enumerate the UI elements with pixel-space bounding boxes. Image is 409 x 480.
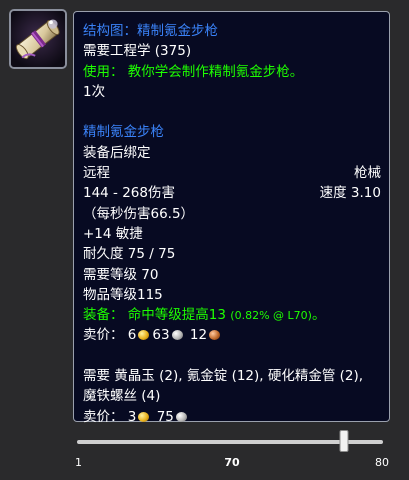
slider-min-label: 1 (75, 456, 82, 469)
schematic-title: 结构图：精制氪金步枪 (83, 23, 218, 39)
equip-effect-end: 。 (311, 307, 326, 324)
required-skill: 需要工程学 (375) (83, 43, 192, 60)
schematic-sell-price: 卖价： 3 75 (83, 407, 381, 427)
product-sell-price: 卖价： 6 63 12 (83, 325, 381, 345)
gold-coin-icon (138, 411, 150, 422)
slider-value-label: 70 (224, 456, 240, 469)
item-slot: 远程 (83, 165, 110, 182)
gold-amount: 6 (127, 327, 137, 344)
silver-coin-icon (171, 330, 183, 341)
weapon-damage: 144 - 268伤害 (83, 185, 175, 202)
gold-coin-icon (138, 330, 150, 341)
sell-label: 卖价： (83, 327, 124, 344)
sell-label: 卖价： (83, 408, 124, 425)
use-effect: 使用： 教你学会制作精制氪金步枪。 (83, 63, 304, 80)
stat-agility: +14 敏捷 (83, 225, 143, 242)
silver-amount: 75 (156, 408, 174, 425)
reagents-line-2: 魔铁螺丝 (4) (83, 388, 161, 405)
silver-coin-icon (175, 411, 187, 422)
item-icon[interactable] (9, 9, 67, 69)
weapon-type: 枪械 (354, 165, 381, 182)
product-name: 精制氪金步枪 (83, 124, 164, 141)
damage-row: 144 - 268伤害 速度 3.10 (83, 183, 381, 203)
weapon-speed: 速度 3.10 (319, 185, 381, 202)
reagents-line-1: 需要 黄晶玉 (2), 氪金锭 (12), 硬化精金管 (2), (83, 368, 364, 385)
durability: 耐久度 75 / 75 (83, 246, 176, 263)
level-slider-thumb[interactable] (339, 430, 349, 452)
required-level: 需要等级 70 (83, 266, 159, 283)
item-tooltip: 结构图：精制氪金步枪 需要工程学 (375) 使用： 教你学会制作精制氪金步枪。… (73, 11, 390, 425)
scroll-schematic-icon (11, 11, 65, 67)
gold-amount: 3 (127, 408, 137, 425)
copper-coin-icon (209, 330, 221, 341)
silver-amount: 63 (152, 327, 170, 344)
weapon-dps: （每秒伤害66.5） (83, 205, 195, 222)
slot-row: 远程 枪械 (83, 163, 381, 183)
equip-effect-text: 装备： 命中等级提高13 (83, 307, 226, 324)
item-level: 物品等级115 (83, 286, 163, 303)
equip-effect: 装备： 命中等级提高13 (0.82% @ L70)。 (83, 305, 381, 325)
equip-effect-detail: (0.82% @ L70) (230, 309, 312, 323)
level-slider[interactable] (77, 430, 383, 452)
bind-type: 装备后绑定 (83, 144, 151, 161)
charges: 1次 (83, 83, 106, 100)
slider-max-label: 80 (375, 456, 389, 469)
copper-amount: 12 (189, 327, 208, 344)
